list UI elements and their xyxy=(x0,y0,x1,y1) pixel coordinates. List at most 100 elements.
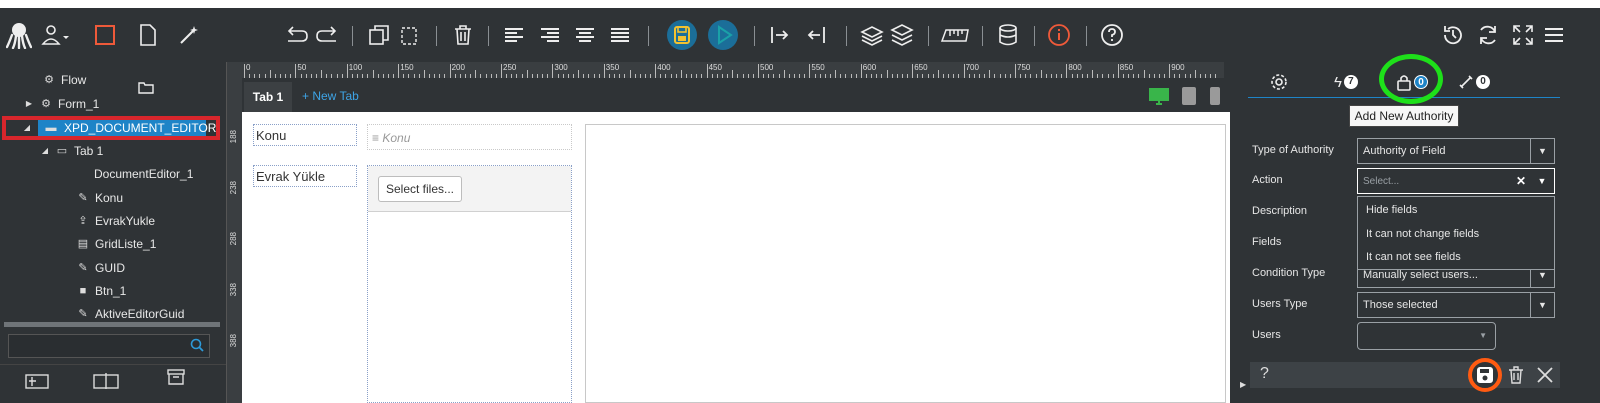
action-dropdown-menu: Hide fields It can not change fields It … xyxy=(1357,196,1555,270)
dropdown-option-cannot-change[interactable]: It can not change fields xyxy=(1366,228,1479,240)
move-out-icon[interactable] xyxy=(92,372,120,395)
align-center-icon[interactable] xyxy=(573,20,597,50)
tree-item-gridliste[interactable]: ▤ GridListe_1 xyxy=(76,233,157,255)
save-icon[interactable] xyxy=(666,20,698,50)
ruler-tick xyxy=(1066,64,1068,78)
menu-icon[interactable] xyxy=(1542,20,1566,50)
file-icon[interactable] xyxy=(136,20,160,50)
dropdown-option-hide-fields[interactable]: Hide fields xyxy=(1366,204,1417,216)
ruler-tick xyxy=(860,64,862,78)
info-icon[interactable] xyxy=(1046,20,1072,50)
flow-icon: ⚙ xyxy=(44,74,54,86)
tablet-icon[interactable] xyxy=(1181,86,1197,106)
tab-links[interactable]: 0 xyxy=(1458,70,1490,94)
indent-right-icon[interactable] xyxy=(768,20,792,50)
link-icon xyxy=(1459,75,1473,89)
tree-item-evrakyukle[interactable]: ⇪ EvrakYukle xyxy=(76,210,155,232)
tree-item-konu[interactable]: ✎ Konu xyxy=(76,187,123,209)
ruler-icon[interactable] xyxy=(940,20,970,50)
folder-icon[interactable] xyxy=(138,76,154,98)
collapse-arrow-icon[interactable]: ◢ xyxy=(40,145,50,157)
ruler-label: 238 xyxy=(229,181,238,195)
ruler-label: 250 xyxy=(503,63,517,72)
tree-item-form[interactable]: ▶ ⚙ Form_1 xyxy=(24,93,99,115)
help-button[interactable]: ? xyxy=(1260,365,1269,383)
ruler-tick xyxy=(680,70,682,78)
upload-icon: ⇪ xyxy=(78,215,88,227)
move-in-icon[interactable] xyxy=(24,372,50,395)
magic-wand-icon[interactable] xyxy=(176,20,202,50)
ruler-tick xyxy=(937,70,939,78)
users-select[interactable]: ▼ xyxy=(1357,322,1496,350)
ruler-tick xyxy=(475,70,477,78)
ruler-label: 50 xyxy=(297,63,307,72)
tree-item-xpd-document-editor[interactable]: ◢ ▬ XPD_DOCUMENT_EDITOR xyxy=(22,117,217,139)
archive-icon[interactable] xyxy=(166,368,186,391)
expand-arrow-icon[interactable]: ▶ xyxy=(24,98,34,110)
paste-icon[interactable] xyxy=(396,20,422,50)
desktop-icon[interactable] xyxy=(1148,86,1170,106)
tree-item-guid[interactable]: ✎ GUID xyxy=(76,257,125,279)
toolbar-separator xyxy=(1086,26,1087,46)
octopus-logo-icon[interactable] xyxy=(4,20,34,50)
tab-label: Tab 1 xyxy=(252,90,284,104)
ruler-tick xyxy=(526,70,528,78)
action-select[interactable]: Select... ✕ ▼ xyxy=(1357,168,1555,194)
select-files-button[interactable]: Select files... xyxy=(378,176,462,202)
layers-icon[interactable] xyxy=(860,20,884,50)
new-tab-button[interactable]: + New Tab xyxy=(302,89,359,103)
fields-label: Fields xyxy=(1252,236,1282,248)
tab-events[interactable]: ϟ 7 xyxy=(1334,70,1358,94)
type-of-authority-select[interactable]: Authority of Field ▼ xyxy=(1357,138,1555,164)
tree-item-documenteditor[interactable]: DocumentEditor_1 xyxy=(94,163,193,185)
ruler-tick xyxy=(398,64,400,78)
collapse-arrow-icon[interactable]: ◢ xyxy=(22,122,32,134)
folder-icon: ▭ xyxy=(56,145,68,157)
konu-input[interactable]: ≡ Konu xyxy=(367,124,572,150)
document-editor-area[interactable] xyxy=(585,124,1226,403)
tree-scrollbar[interactable] xyxy=(4,322,220,327)
redo-icon[interactable] xyxy=(283,20,311,50)
square-icon[interactable] xyxy=(92,20,118,50)
indent-left-icon[interactable] xyxy=(804,20,828,50)
dropdown-option-cannot-see[interactable]: It can not see fields xyxy=(1366,251,1461,263)
delete-button[interactable] xyxy=(1508,366,1524,387)
toolbar-separator xyxy=(846,26,847,46)
square-icon: ■ xyxy=(79,285,87,297)
copy-icon[interactable] xyxy=(366,20,392,50)
save-button[interactable] xyxy=(1476,366,1494,387)
expand-panel-arrow-icon[interactable]: ▶ xyxy=(1240,380,1246,389)
users-label: Users xyxy=(1252,329,1281,341)
search-icon[interactable] xyxy=(190,338,204,355)
tree-search-input[interactable] xyxy=(8,334,210,358)
clear-icon[interactable]: ✕ xyxy=(1516,174,1526,188)
delete-icon[interactable] xyxy=(450,20,476,50)
close-button[interactable] xyxy=(1536,366,1554,387)
play-icon[interactable] xyxy=(707,20,739,50)
users-type-select[interactable]: Those selected ▼ xyxy=(1357,292,1555,318)
align-right-icon[interactable] xyxy=(538,20,562,50)
refresh-icon[interactable] xyxy=(1475,20,1501,50)
tree-item-tab1[interactable]: ◢ ▭ Tab 1 xyxy=(40,140,103,162)
layers-down-icon[interactable] xyxy=(890,20,914,50)
user-menu-icon[interactable] xyxy=(40,20,74,50)
align-left-icon[interactable] xyxy=(502,20,526,50)
grid-icon: ▤ xyxy=(77,238,89,250)
mobile-icon[interactable] xyxy=(1209,86,1221,106)
lightning-icon: ϟ xyxy=(1334,73,1342,91)
tree-item-label: XPD_DOCUMENT_EDITOR xyxy=(64,121,217,135)
align-justify-icon[interactable] xyxy=(608,20,632,50)
fullscreen-icon[interactable] xyxy=(1510,20,1536,50)
tree-item-flow[interactable]: ⚙ Flow xyxy=(42,69,86,91)
history-icon[interactable] xyxy=(1440,20,1466,50)
help-icon[interactable] xyxy=(1099,20,1125,50)
ruler-tick xyxy=(578,70,580,78)
tab-settings[interactable] xyxy=(1270,70,1288,94)
ruler-tick xyxy=(321,70,323,78)
ruler-label: 338 xyxy=(229,283,238,297)
database-icon[interactable] xyxy=(996,20,1020,50)
tab-1[interactable]: Tab 1 xyxy=(244,82,292,112)
tree-item-btn1[interactable]: ■ Btn_1 xyxy=(76,280,127,302)
undo-icon[interactable] xyxy=(313,20,341,50)
description-label: Description xyxy=(1252,205,1308,217)
